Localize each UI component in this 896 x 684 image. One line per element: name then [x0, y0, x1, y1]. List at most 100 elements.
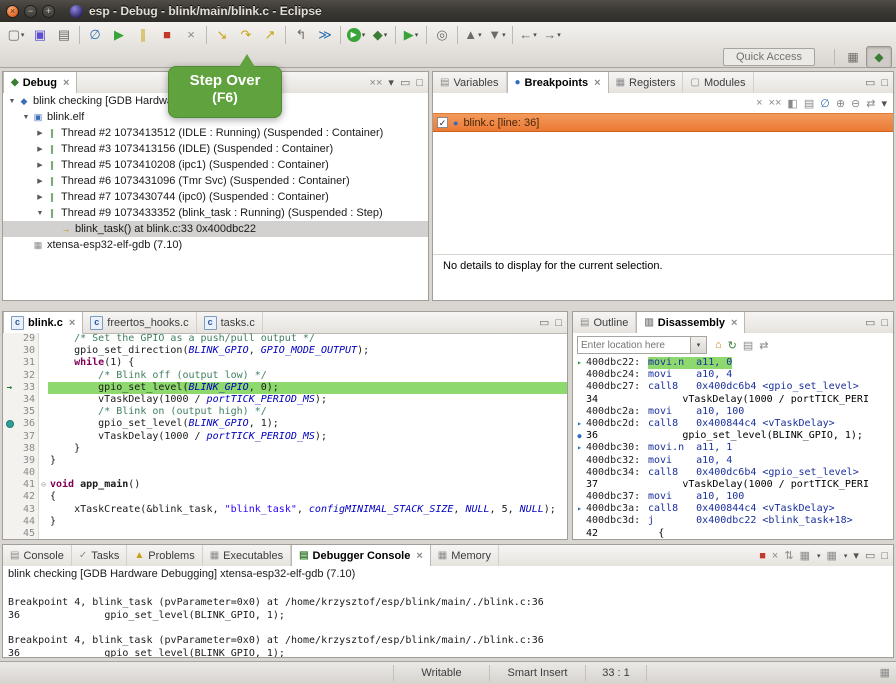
disassembly-line[interactable]: 400dbc37:movi a10, 100 — [573, 491, 893, 503]
tab-blink-c[interactable]: cblink.c× — [3, 312, 83, 334]
editor-annotation-ruler[interactable] — [3, 516, 16, 528]
debug-tree-row[interactable]: ▶∥Thread #5 1073410208 (ipc1) (Suspended… — [3, 157, 428, 173]
disassembly-line[interactable]: ▸400dbc22:movi.n a11, 0 — [573, 357, 893, 369]
debug-tree-row[interactable]: ▶∥Thread #3 1073413156 (IDLE) (Suspended… — [3, 141, 428, 157]
debug-tree-row[interactable]: ▶∥Thread #2 1073413512 (IDLE : Running) … — [3, 125, 428, 141]
collapse-all-icon[interactable]: ⊖ — [851, 97, 860, 110]
code-line[interactable]: 31 while(1) { — [3, 357, 567, 369]
minimize-panel-icon[interactable]: ▭ — [400, 76, 410, 89]
editor-annotation-ruler[interactable] — [3, 504, 16, 516]
print-icon[interactable]: ▤ — [52, 24, 76, 46]
code-line[interactable]: →33 gpio_set_level(BLINK_GPIO, 0); — [3, 382, 567, 394]
code-line[interactable]: 42{ — [3, 491, 567, 503]
tree-expander-icon[interactable]: ▶ — [35, 193, 45, 201]
maximize-panel-icon[interactable]: □ — [881, 550, 888, 562]
remove-all-terminated-icon[interactable]: ×× — [370, 77, 383, 89]
code-line[interactable]: 29 /* Set the GPIO as a push/pull output… — [3, 333, 567, 345]
tab-tasks-c[interactable]: ctasks.c — [197, 312, 263, 333]
close-window-button[interactable]: × — [6, 5, 19, 18]
editor-annotation-ruler[interactable] — [3, 394, 16, 406]
maximize-panel-icon[interactable]: □ — [881, 317, 888, 329]
tree-expander-icon[interactable]: ▼ — [21, 114, 31, 121]
editor-annotation-ruler[interactable] — [3, 333, 16, 345]
close-tab-icon[interactable]: × — [594, 77, 600, 89]
tree-expander-icon[interactable]: ▼ — [7, 98, 17, 105]
disassembly-line[interactable]: 42 { — [573, 528, 893, 539]
code-line[interactable]: 40 — [3, 467, 567, 479]
breakpoint-checkbox[interactable]: ✓ — [437, 117, 448, 128]
location-input[interactable] — [578, 337, 690, 353]
remove-launch-icon[interactable]: × — [772, 550, 778, 562]
code-line[interactable]: 38 } — [3, 443, 567, 455]
editor-annotation-ruler[interactable] — [3, 491, 16, 503]
minimize-panel-icon[interactable]: ▭ — [865, 316, 875, 329]
tab-tasks[interactable]: ✓Tasks — [72, 545, 128, 566]
tree-expander-icon[interactable]: ▶ — [35, 161, 45, 169]
breakpoints-list[interactable]: ✓●blink.c [line: 36] — [433, 113, 893, 132]
search-icon[interactable]: ◎ — [430, 24, 454, 46]
editor-annotation-ruler[interactable] — [3, 345, 16, 357]
quick-access-button[interactable]: Quick Access — [723, 48, 815, 66]
editor-annotation-ruler[interactable] — [3, 431, 16, 443]
disassembly-listing[interactable]: ▸400dbc22:movi.n a11, 0400dbc24:movi a10… — [573, 357, 893, 539]
editor-annotation-ruler[interactable] — [3, 443, 16, 455]
editor-annotation-ruler[interactable] — [3, 357, 16, 369]
disassembly-line[interactable]: ▸400dbc2d:call8 0x400844c4 <vTaskDelay> — [573, 418, 893, 430]
disassembly-line[interactable]: 400dbc2a:movi a10, 100 — [573, 406, 893, 418]
tab-freertos-hooks-c[interactable]: cfreertos_hooks.c — [83, 312, 196, 333]
step-over-icon[interactable]: ↷ — [234, 24, 258, 46]
code-line[interactable]: 39} — [3, 455, 567, 467]
tab-variables[interactable]: ▤Variables — [433, 72, 507, 93]
maximize-panel-icon[interactable]: □ — [881, 77, 888, 89]
tree-expander-icon[interactable]: ▼ — [35, 210, 45, 217]
tab-breakpoints[interactable]: ●Breakpoints× — [507, 72, 609, 94]
disassembly-line[interactable]: 400dbc24:movi a10, 4 — [573, 369, 893, 381]
link-with-debug-view-icon[interactable]: ⇄ — [866, 97, 875, 110]
disassembly-line[interactable]: ●36 gpio_set_level(BLINK_GPIO, 1); — [573, 430, 893, 442]
disassembly-line[interactable]: 400dbc34:call8 0x400dc6b4 <gpio_set_leve… — [573, 467, 893, 479]
code-line[interactable]: 45 — [3, 528, 567, 539]
tree-expander-icon[interactable]: ▶ — [35, 177, 45, 185]
editor-annotation-ruler[interactable]: → — [3, 382, 16, 394]
new-wizard-icon[interactable]: ▢▾ — [4, 24, 28, 46]
code-line[interactable]: 43 xTaskCreate(&blink_task, "blink_task"… — [3, 504, 567, 516]
skip-all-breakpoints-icon[interactable]: ∅ — [83, 24, 107, 46]
tree-expander-icon[interactable]: ▶ — [35, 145, 45, 153]
open-console-icon[interactable]: ▦ — [826, 549, 836, 562]
tab-executables[interactable]: ▦Executables — [203, 545, 291, 566]
code-line[interactable]: 34 vTaskDelay(1000 / portTICK_PERIOD_MS)… — [3, 394, 567, 406]
location-dropdown-icon[interactable]: ▾ — [690, 337, 706, 353]
debug-launch-tree[interactable]: ▼◆blink checking [GDB Hardware Debugging… — [3, 93, 428, 300]
editor-annotation-ruler[interactable] — [3, 370, 16, 382]
close-tab-icon[interactable]: × — [416, 550, 422, 562]
console-output[interactable]: blink checking [GDB Hardware Debugging] … — [3, 566, 893, 657]
terminate-icon[interactable]: ■ — [759, 550, 766, 562]
disassembly-line[interactable]: ▸400dbc3a:call8 0x400844c4 <vTaskDelay> — [573, 503, 893, 515]
debug-tree-row[interactable]: ▶∥Thread #7 1073430744 (ipc0) (Suspended… — [3, 189, 428, 205]
maximize-window-button[interactable]: + — [42, 5, 55, 18]
minimize-panel-icon[interactable]: ▭ — [865, 549, 875, 562]
disassembly-line[interactable]: 37 vTaskDelay(1000 / portTICK_PERI — [573, 479, 893, 491]
next-annotation-icon[interactable]: ▼▾ — [485, 24, 509, 46]
suspend-icon[interactable]: ∥ — [131, 24, 155, 46]
debug-tree-row[interactable]: ▦xtensa-esp32-elf-gdb (7.10) — [3, 237, 428, 253]
drop-to-frame-icon[interactable]: ↰ — [289, 24, 313, 46]
go-to-file-icon[interactable]: ▤ — [804, 97, 814, 110]
debug-tree-row[interactable]: ▶∥Thread #6 1073431096 (Tmr Svc) (Suspen… — [3, 173, 428, 189]
tab-problems[interactable]: ▲Problems — [127, 545, 202, 566]
forward-icon[interactable]: →▾ — [540, 24, 564, 46]
editor-annotation-ruler[interactable] — [3, 528, 16, 539]
maximize-panel-icon[interactable]: □ — [555, 317, 562, 329]
refresh-icon[interactable]: ↻ — [728, 339, 737, 352]
show-breakpoints-for-selection-icon[interactable]: ◧ — [787, 97, 797, 110]
debug-tree-row[interactable]: →blink_task() at blink.c:33 0x400dbc22 — [3, 221, 428, 237]
expand-all-icon[interactable]: ⊕ — [836, 97, 845, 110]
editor-annotation-ruler[interactable] — [3, 406, 16, 418]
terminate-icon[interactable]: ■ — [155, 24, 179, 46]
view-menu-icon[interactable]: ▾ — [853, 549, 859, 562]
minimize-window-button[interactable]: − — [24, 5, 37, 18]
view-menu-icon[interactable]: ▾ — [881, 97, 887, 110]
tab-outline[interactable]: ▤Outline — [573, 312, 636, 333]
debug-icon[interactable]: ◆▾ — [368, 24, 392, 46]
tab-console[interactable]: ▤Console — [3, 545, 72, 566]
